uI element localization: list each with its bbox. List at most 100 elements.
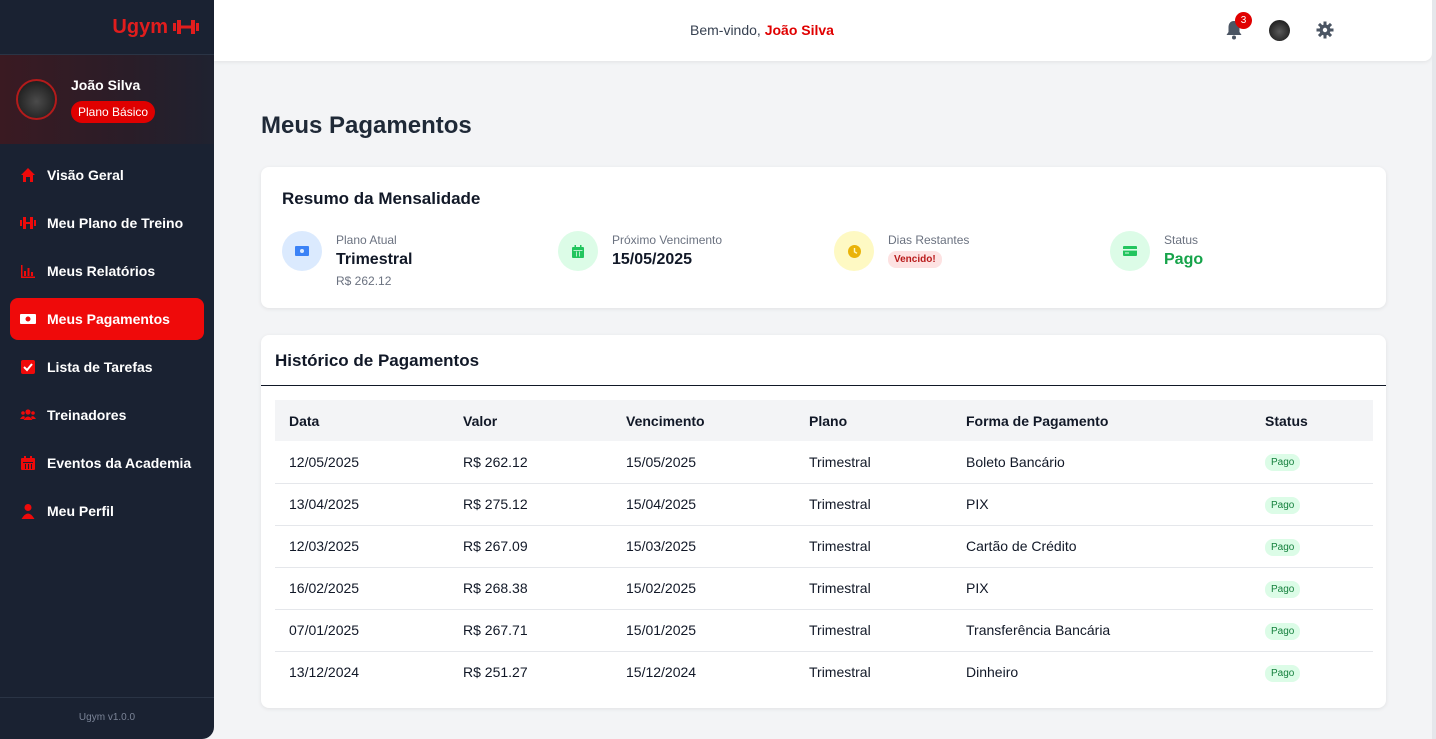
user-profile[interactable]: João Silva Plano Básico — [0, 55, 214, 144]
cell-forma-pagamento: Dinheiro — [966, 664, 1019, 681]
sidebar-item-lista-de-tarefas[interactable]: Lista de Tarefas — [10, 346, 204, 388]
sidebar-item-label: Visão Geral — [47, 167, 124, 183]
cell-forma-pagamento: Transferência Bancária — [952, 609, 1251, 652]
payment-history-table: Data Valor Vencimento Plano Forma de Pag… — [275, 400, 1373, 693]
sidebar-item-meus-relatorios[interactable]: Meus Relatórios — [10, 250, 204, 292]
sidebar-item-label: Meus Relatórios — [47, 263, 156, 279]
cell-vencimento: 15/03/2025 — [612, 525, 795, 568]
cell-plano: Trimestral — [809, 664, 871, 681]
cell-data: 12/03/2025 — [275, 525, 449, 568]
table-row: 13/12/2024 R$ 251.27 15/12/2024 Trimestr… — [275, 651, 1373, 693]
cell-valor: R$ 275.12 — [449, 483, 612, 526]
money-icon — [20, 311, 36, 327]
cell-status: Pago — [1251, 609, 1373, 652]
stat-status: Status Pago — [1110, 231, 1203, 271]
cell-status: Pago — [1251, 441, 1373, 484]
sidebar-item-treinadores[interactable]: Treinadores — [10, 394, 204, 436]
gear-icon[interactable] — [1316, 21, 1334, 39]
money-icon — [282, 231, 322, 271]
welcome-message: Bem-vindo, João Silva — [690, 22, 834, 38]
cell-plano: Trimestral — [795, 567, 952, 610]
plan-badge: Plano Básico — [71, 100, 156, 123]
table-header-row: Data Valor Vencimento Plano Forma de Pag… — [275, 400, 1373, 441]
sidebar-item-meus-pagamentos[interactable]: Meus Pagamentos — [10, 298, 204, 340]
status-badge: Pago — [1265, 622, 1301, 640]
calendar-icon — [558, 231, 598, 271]
sidebar-nav: Visão Geral Meu Plano de Treino Meus Rel… — [0, 154, 214, 532]
sidebar: Ugym João Silva Plano Básico Visão Geral… — [0, 0, 214, 739]
cell-status: Pago — [1251, 651, 1373, 693]
column-header: Forma de Pagamento — [966, 412, 1109, 429]
status-badge: Pago — [1265, 454, 1301, 472]
sidebar-item-label: Eventos da Academia — [47, 455, 192, 471]
table-row: 16/02/2025 R$ 268.38 15/02/2025 Trimestr… — [275, 567, 1373, 610]
sidebar-item-meu-plano-de-treino[interactable]: Meu Plano de Treino — [10, 202, 204, 244]
cell-data: 16/02/2025 — [275, 567, 449, 610]
user-icon — [20, 503, 36, 519]
status-badge: Pago — [1265, 496, 1301, 514]
sidebar-item-label: Meu Perfil — [47, 503, 114, 519]
avatar — [16, 79, 57, 120]
payment-history-card: Histórico de Pagamentos Data Valor Venci… — [261, 335, 1386, 708]
credit-card-icon — [1110, 231, 1150, 271]
stat-dias-restantes: Dias Restantes Vencido! — [834, 231, 969, 271]
cell-valor: R$ 262.12 — [449, 441, 612, 484]
stat-sub: R$ 262.12 — [336, 274, 392, 288]
cell-plano: Trimestral — [795, 483, 952, 526]
divider — [261, 385, 1386, 386]
stat-label: Status — [1164, 233, 1199, 247]
checkbox-icon — [20, 359, 36, 375]
stat-value: 15/05/2025 — [612, 251, 693, 268]
brand-logo[interactable]: Ugym — [0, 0, 214, 55]
cell-forma-pagamento: Boleto Bancário — [952, 441, 1251, 484]
table-row: 13/04/2025 R$ 275.12 15/04/2025 Trimestr… — [275, 483, 1373, 526]
cell-valor: R$ 267.71 — [449, 609, 612, 652]
cell-vencimento: 15/02/2025 — [612, 567, 795, 610]
cell-status: Pago — [1251, 567, 1373, 610]
cell-forma-pagamento: PIX — [952, 483, 1251, 526]
column-header: Data — [289, 412, 320, 429]
sidebar-item-meu-perfil[interactable]: Meu Perfil — [10, 490, 204, 532]
app-version: Ugym v1.0.0 — [0, 697, 214, 739]
history-title: Histórico de Pagamentos — [275, 351, 480, 370]
status-badge: Pago — [1265, 664, 1301, 682]
brand-name: Ugym — [112, 15, 168, 38]
cell-vencimento: 15/12/2024 — [626, 664, 697, 681]
column-header: Plano — [809, 412, 848, 429]
cell-forma-pagamento: PIX — [952, 567, 1251, 610]
cell-data: 12/05/2025 — [275, 441, 449, 484]
clock-icon — [834, 231, 874, 271]
stat-proximo-vencimento: Próximo Vencimento 15/05/2025 — [558, 231, 722, 271]
stat-value: Pago — [1164, 251, 1204, 268]
cell-valor: R$ 251.27 — [463, 664, 528, 681]
column-header: Vencimento — [626, 412, 705, 429]
user-avatar-button[interactable] — [1269, 20, 1290, 41]
cell-data: 07/01/2025 — [275, 609, 449, 652]
cell-data: 13/04/2025 — [275, 483, 449, 526]
sidebar-item-eventos-da-academia[interactable]: Eventos da Academia — [10, 442, 204, 484]
sidebar-item-label: Meus Pagamentos — [47, 311, 170, 327]
bar-chart-icon — [20, 263, 36, 279]
top-header: Bem-vindo, João Silva 3 — [214, 0, 1432, 61]
cell-valor: R$ 268.38 — [449, 567, 612, 610]
cell-vencimento: 15/01/2025 — [612, 609, 795, 652]
column-header: Status — [1265, 412, 1308, 429]
cell-plano: Trimestral — [795, 525, 952, 568]
status-badge: Pago — [1265, 580, 1301, 598]
table-row: 07/01/2025 R$ 267.71 15/01/2025 Trimestr… — [275, 609, 1373, 652]
user-name: João Silva — [71, 76, 141, 93]
stat-value: Trimestral — [336, 251, 413, 268]
column-header: Valor — [463, 412, 498, 429]
cell-status: Pago — [1251, 483, 1373, 526]
stat-label: Plano Atual — [336, 233, 397, 247]
sidebar-item-visao-geral[interactable]: Visão Geral — [10, 154, 204, 196]
welcome-user-name: João Silva — [764, 22, 834, 38]
home-icon — [20, 167, 36, 183]
stat-label: Dias Restantes — [888, 233, 970, 247]
summary-card: Resumo da Mensalidade Plano Atual Trimes… — [261, 167, 1386, 308]
dumbbell-icon — [20, 215, 36, 231]
window-edge — [1432, 0, 1436, 739]
cell-status: Pago — [1251, 525, 1373, 568]
status-badge: Pago — [1265, 538, 1301, 556]
table-row: 12/03/2025 R$ 267.09 15/03/2025 Trimestr… — [275, 525, 1373, 568]
